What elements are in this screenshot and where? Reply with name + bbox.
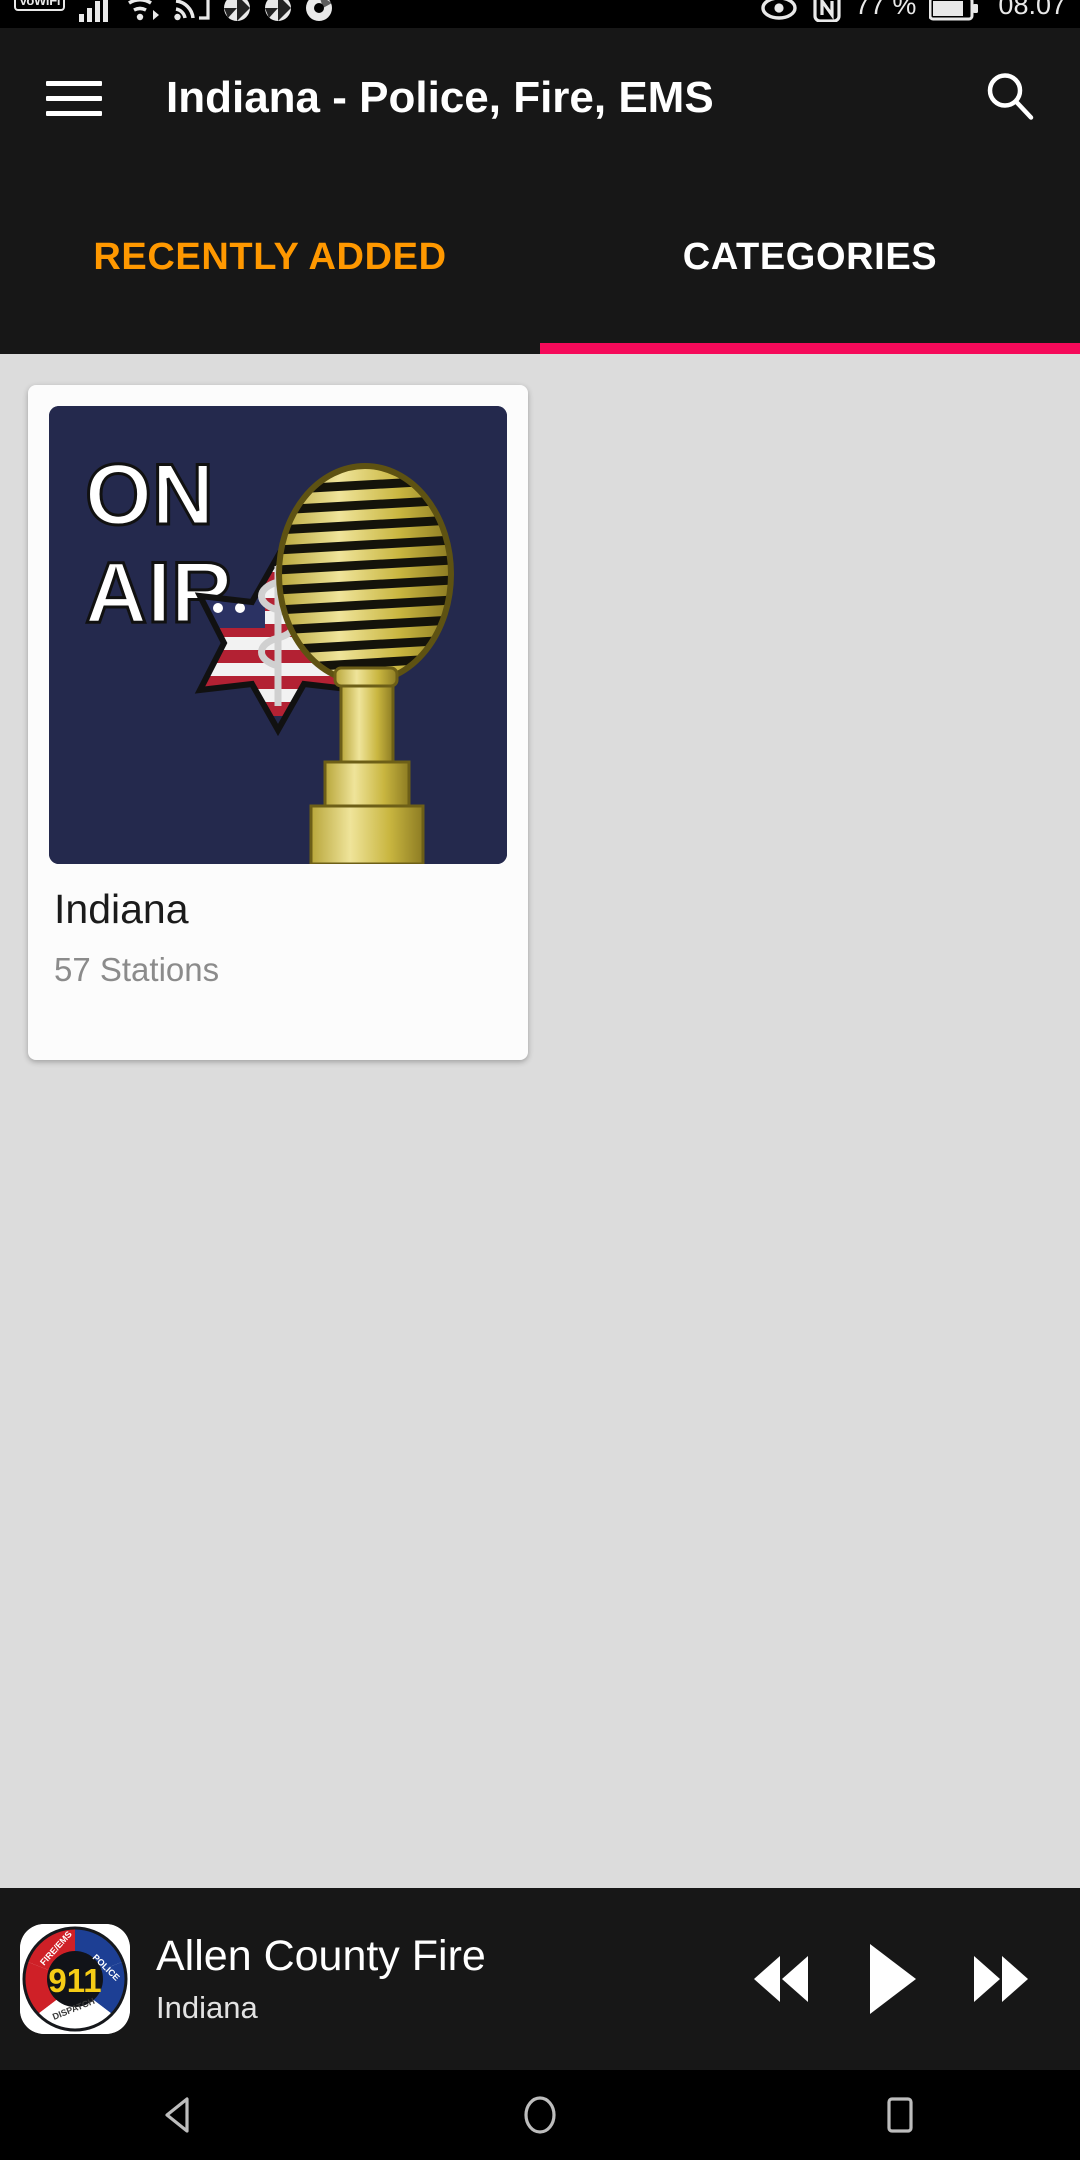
phone-screen: VoWiFi 77 % 08.07 Indiana - Police, Fire…: [0, 0, 1080, 2160]
page-title: Indiana - Police, Fire, EMS: [166, 73, 714, 122]
battery-icon: [929, 0, 979, 28]
svg-text:AIR: AIR: [85, 545, 233, 641]
battery-percent-label: 77 %: [854, 0, 917, 20]
search-icon[interactable]: [980, 66, 1040, 131]
tab-indicator: [540, 343, 1080, 354]
status-bar-left-icons: VoWiFi: [14, 0, 333, 28]
card-title: Indiana: [54, 886, 189, 932]
wifi-icon: [125, 0, 161, 28]
status-bar-clock: 08.07: [998, 0, 1066, 20]
on-air-microphone-star-of-life-artwork: ON AIR: [49, 406, 507, 864]
nav-back-button[interactable]: [110, 2070, 250, 2160]
play-button[interactable]: [860, 1940, 922, 2018]
aperture-icon-1: [223, 0, 251, 28]
911-dispatch-badge-logo[interactable]: 911 FIRE/EMS POLICE DISPATCH: [20, 1924, 130, 2034]
app-bar: Indiana - Police, Fire, EMS: [0, 28, 1080, 168]
badge-911-text: 911: [48, 1962, 101, 1999]
player-controls: [744, 1940, 1038, 2018]
status-bar: VoWiFi 77 % 08.07: [0, 0, 1080, 28]
svg-text:ON: ON: [85, 447, 214, 543]
player-station-name: Allen County Fire: [156, 1932, 486, 1981]
android-navigation-bar: [0, 2070, 1080, 2160]
previous-button[interactable]: [744, 1946, 818, 2012]
content-area: ON AIR Indiana 57 Stations: [0, 354, 1080, 1888]
hamburger-menu-icon[interactable]: [46, 71, 102, 126]
card-subtitle: 57 Stations: [54, 951, 220, 989]
tab-categories[interactable]: CATEGORIES: [540, 168, 1080, 354]
nav-recents-button[interactable]: [830, 2070, 970, 2160]
cast-icon: [174, 0, 210, 28]
mini-player-bar: 911 FIRE/EMS POLICE DISPATCH Allen Count…: [0, 1888, 1080, 2070]
status-bar-right-icons: 77 % 08.07: [759, 0, 1066, 28]
player-station-region: Indiana: [156, 1989, 258, 2025]
vowifi-icon: VoWiFi: [14, 0, 66, 11]
nfc-icon: [812, 0, 842, 28]
aperture-icon-2: [264, 0, 292, 28]
card-body: Indiana 57 Stations: [28, 885, 528, 990]
eye-icon: [759, 0, 799, 28]
tab-recently-added[interactable]: RECENTLY ADDED: [0, 168, 540, 354]
tab-bar: RECENTLY ADDED CATEGORIES: [0, 168, 1080, 354]
list-item[interactable]: ON AIR Indiana 57 Stations: [28, 385, 528, 1060]
player-metadata: Allen County Fire Indiana: [156, 1932, 744, 2025]
chrome-icon: [305, 0, 333, 28]
cellular-signal-icon: [78, 0, 112, 28]
nav-home-button[interactable]: [470, 2070, 610, 2160]
next-button[interactable]: [964, 1946, 1038, 2012]
